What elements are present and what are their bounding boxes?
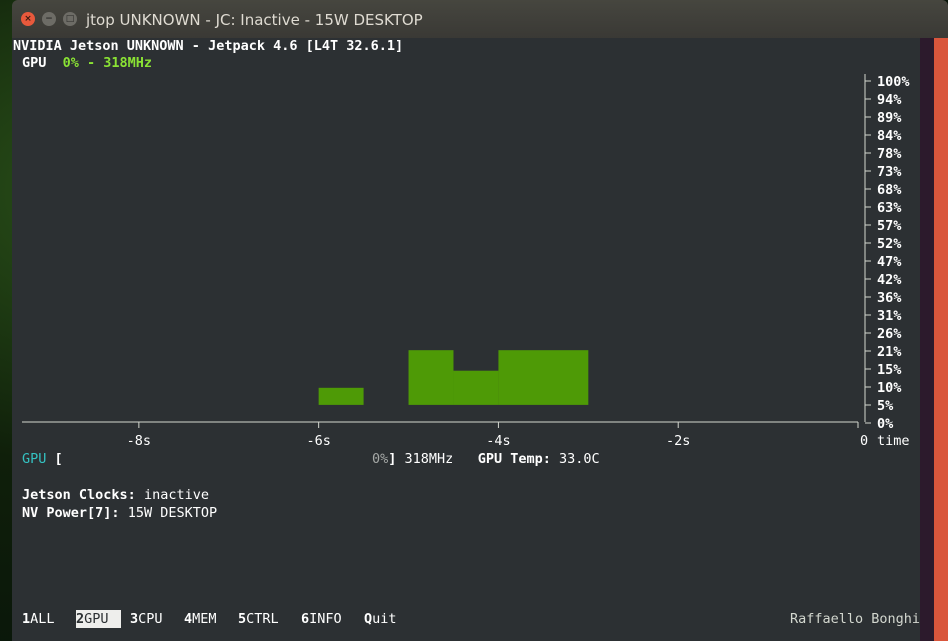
gpu-gauge-percent: 0%	[372, 451, 389, 467]
y-tick-label: 47%	[877, 254, 902, 270]
quit-button[interactable]: Quit	[364, 610, 397, 628]
tab-gpu-label: GPU	[84, 611, 109, 627]
maximize-button[interactable]: □	[63, 12, 77, 26]
window-edge-dark	[920, 38, 934, 641]
quit-label: uit	[372, 611, 397, 627]
y-tick-label: 57%	[877, 218, 902, 234]
y-tick-label: 42%	[877, 272, 902, 288]
gpu-gauge: GPU [	[22, 451, 63, 467]
y-tick-label: 63%	[877, 200, 902, 216]
gpu-gauge-close: ]	[388, 451, 397, 467]
y-tick-label: 68%	[877, 182, 902, 198]
tab-info[interactable]: 6INFO	[301, 610, 342, 628]
x-tick-label: 0	[860, 433, 868, 449]
y-tick-label: 73%	[877, 164, 902, 180]
x-tick-label: -6s	[306, 433, 330, 449]
y-tick-label: 89%	[877, 110, 902, 126]
gpu-usage-bar	[318, 387, 364, 405]
status-bar: 1ALL 2GPU 3CPU 4MEM 5CTRL 6INFO Quit Raf…	[12, 610, 920, 628]
tab-gpu[interactable]: 2GPU	[76, 610, 121, 628]
close-button[interactable]: ×	[21, 12, 35, 26]
gpu-gauge-open: [	[54, 451, 63, 467]
y-tick-label: 52%	[877, 236, 902, 252]
nv-power-label: NV Power[7]:	[22, 505, 120, 521]
tab-cpu[interactable]: 3CPU	[130, 610, 163, 628]
gpu-gauge-freq: 318MHz	[404, 451, 454, 467]
y-tick-label: 31%	[877, 308, 902, 324]
nv-power-value: 15W DESKTOP	[127, 505, 218, 521]
tab-ctrl[interactable]: 5CTRL	[238, 610, 279, 628]
gpu-gauge-label: GPU	[22, 451, 47, 467]
y-tick-label: 100%	[877, 74, 910, 90]
title-bar[interactable]: × − □ jtop UNKNOWN - JC: Inactive - 15W …	[12, 0, 948, 38]
gpu-gauge-value: 0%] 318MHz GPU Temp: 33.0C	[372, 451, 600, 467]
y-tick-label: 78%	[877, 146, 902, 162]
x-tick-label: -4s	[486, 433, 510, 449]
y-tick-label: 84%	[877, 128, 902, 144]
tab-info-key: 6	[301, 611, 310, 627]
jetson-clocks-value: inactive	[143, 487, 209, 503]
window-edge-accent[interactable]	[934, 38, 948, 641]
tab-ctrl-key: 5	[238, 611, 247, 627]
close-icon: ×	[24, 13, 32, 24]
maximize-icon: □	[65, 13, 75, 24]
jetson-clocks-label: Jetson Clocks:	[22, 487, 136, 503]
x-tick-label: -8s	[127, 433, 151, 449]
gpu-usage-chart: -8s -6s -4s -2s 0 100% 94% 89% 84% 78% 73% 68% 63% 5…	[22, 74, 910, 449]
jetson-clocks-line: Jetson Clocks: inactive	[22, 487, 209, 503]
y-tick-label: 0%	[877, 416, 894, 432]
y-tick-label: 10%	[877, 380, 902, 396]
y-tick-label: 21%	[877, 344, 902, 360]
gpu-temp-value: 33.0C	[559, 451, 600, 467]
tab-info-label: INFO	[309, 611, 342, 627]
quit-key: Q	[364, 611, 373, 627]
window-title: jtop UNKNOWN - JC: Inactive - 15W DESKTO…	[86, 11, 423, 29]
tab-ctrl-label: CTRL	[246, 611, 279, 627]
y-tick-label: 26%	[877, 326, 902, 342]
author-credit: Raffaello Bonghi	[789, 611, 920, 627]
y-tick-label: 15%	[877, 362, 902, 378]
y-tick-label: 94%	[877, 92, 902, 108]
minimize-button[interactable]: −	[42, 12, 56, 26]
tab-mem-key: 4	[184, 611, 193, 627]
gpu-temp-label: GPU Temp:	[477, 451, 551, 467]
y-tick-label: 36%	[877, 290, 902, 306]
gpu-usage-bar	[498, 350, 589, 405]
minimize-icon: −	[45, 13, 53, 24]
tab-mem-label: MEM	[192, 611, 217, 627]
terminal-window: × − □ jtop UNKNOWN - JC: Inactive - 15W …	[12, 0, 948, 641]
nv-power-line: NV Power[7]: 15W DESKTOP	[22, 505, 217, 521]
tab-cpu-label: CPU	[138, 611, 163, 627]
y-tick-label: 5%	[877, 398, 894, 414]
tab-all-label: ALL	[30, 611, 55, 627]
gpu-usage-bar	[408, 350, 454, 405]
tab-all-key: 1	[22, 611, 31, 627]
terminal-area[interactable]: NVIDIA Jetson UNKNOWN - Jetpack 4.6 [L4T…	[12, 38, 920, 641]
tab-mem[interactable]: 4MEM	[184, 610, 217, 628]
x-tick-label: -2s	[666, 433, 690, 449]
x-axis-unit: time	[877, 433, 910, 449]
gpu-usage-bar	[453, 370, 499, 405]
tab-gpu-key: 2	[76, 611, 85, 627]
tab-cpu-key: 3	[130, 611, 139, 627]
tab-all[interactable]: 1ALL	[22, 610, 55, 628]
